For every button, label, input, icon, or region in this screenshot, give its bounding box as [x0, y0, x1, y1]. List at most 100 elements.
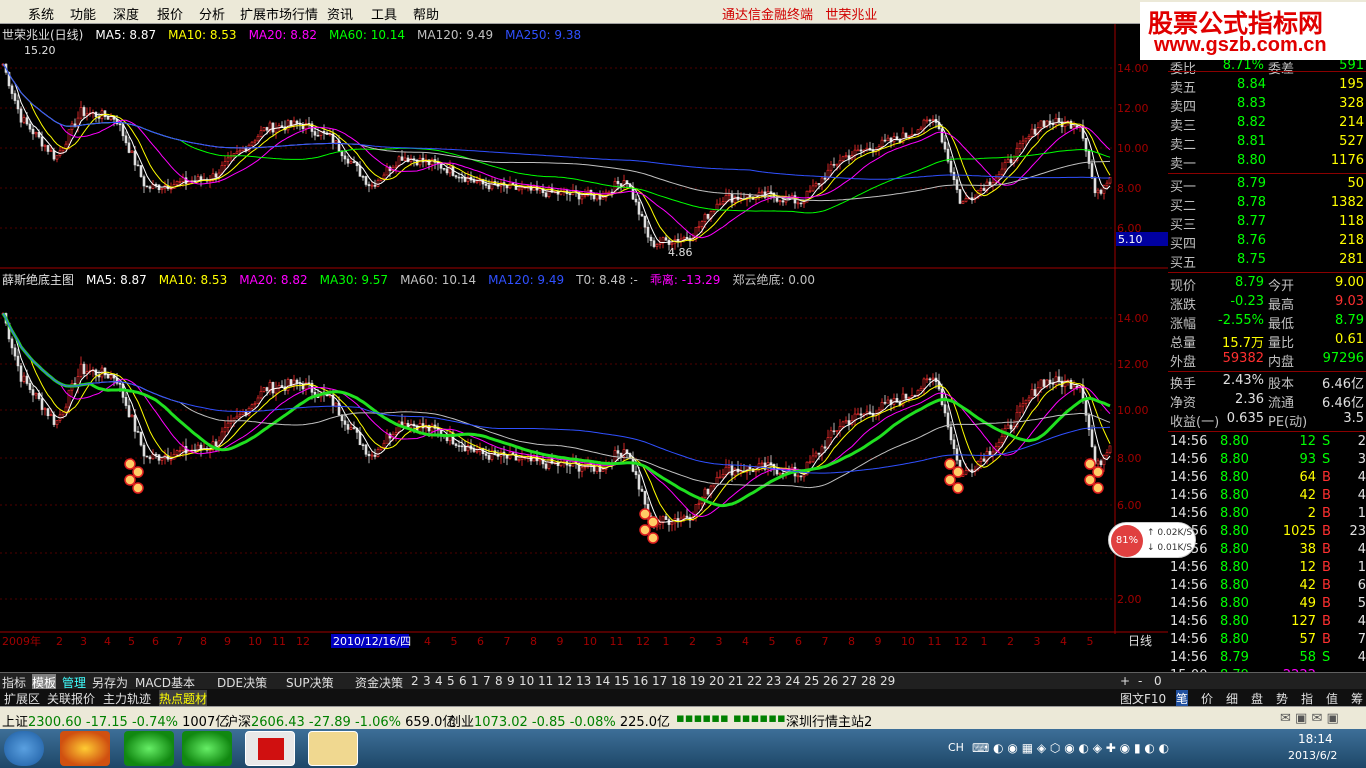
tab-item[interactable]: 15: [614, 674, 629, 688]
menu-system[interactable]: 系统: [28, 4, 54, 23]
scroll-controls[interactable]: +: [1120, 674, 1130, 688]
menu-depth[interactable]: 深度: [113, 4, 139, 23]
ask-row[interactable]: 卖二 8.81 527: [1170, 134, 1366, 153]
menu-quote[interactable]: 报价: [157, 4, 183, 23]
app-icon-1[interactable]: [60, 731, 110, 766]
panel-tab[interactable]: 指: [1301, 690, 1313, 707]
cy-index[interactable]: 创业1073.02 -0.85 -0.08% 225.0亿: [448, 711, 670, 730]
tab-item[interactable]: 24: [785, 674, 800, 688]
tab-item[interactable]: 1: [471, 674, 479, 688]
panel-tab[interactable]: 细: [1226, 690, 1238, 707]
tab-item[interactable]: 18: [671, 674, 686, 688]
tab-item[interactable]: 4: [435, 674, 443, 688]
tray-icons[interactable]: ⌨ ◐ ◉ ▦ ◈ ⬡ ◉ ◐ ◈ ✚ ◉ ▮ ◐ ◐: [972, 741, 1169, 755]
tab-item[interactable]: 12: [557, 674, 572, 688]
sh-index[interactable]: 上证2300.60 -17.15 -0.74% 1007亿: [2, 711, 228, 730]
candle-bottom-body: [346, 424, 350, 430]
time-tick: 11: [272, 635, 286, 648]
panel-tab[interactable]: 值: [1326, 690, 1338, 707]
scroll-controls[interactable]: -: [1138, 674, 1142, 688]
candle-top-body: [124, 135, 128, 144]
candle-bottom-body: [55, 420, 59, 425]
tab-item[interactable]: 13: [576, 674, 591, 688]
tab-item[interactable]: 16: [633, 674, 648, 688]
f10-tab[interactable]: 图文F10: [1120, 690, 1166, 707]
candle-bottom-body: [235, 415, 239, 419]
tab-item[interactable]: 23: [766, 674, 781, 688]
ext-tab[interactable]: 热点题材: [159, 690, 208, 707]
menu-extended-market[interactable]: 扩展市场行情: [240, 4, 318, 23]
candle-top-body: [886, 137, 890, 142]
tab-item[interactable]: 8: [495, 674, 503, 688]
app-icon-2[interactable]: [124, 731, 174, 766]
stat-row-label: 净资: [1170, 396, 1197, 411]
tab-item[interactable]: 10: [519, 674, 534, 688]
ask-row[interactable]: 卖一 8.80 1176: [1170, 153, 1366, 172]
tick-count: 4: [1357, 614, 1366, 629]
tick-side: B: [1322, 506, 1331, 521]
tab-item[interactable]: 21: [728, 674, 743, 688]
ask-row[interactable]: 卖三 8.82 214: [1170, 115, 1366, 134]
ask-row[interactable]: 卖五 8.84 195: [1170, 77, 1366, 96]
clock-time[interactable]: 18:14: [1298, 732, 1333, 746]
tdx-app-icon[interactable]: [245, 731, 295, 766]
scroll-controls[interactable]: 0: [1154, 674, 1162, 688]
menu-help[interactable]: 帮助: [413, 4, 439, 23]
kline-chart[interactable]: 14.0012.0010.008.006.005.1014.0012.0010.…: [0, 24, 1168, 672]
menu-analysis[interactable]: 分析: [199, 4, 225, 23]
tab-item[interactable]: 22: [747, 674, 762, 688]
bid-row[interactable]: 买五 8.75 281: [1170, 252, 1366, 271]
bid-row[interactable]: 买一 8.79 50: [1170, 176, 1366, 195]
server-name[interactable]: 深圳行情主站2: [786, 711, 872, 730]
speed-percent: 81%: [1111, 525, 1143, 557]
candle-top-body: [883, 139, 887, 142]
bid-row[interactable]: 买四 8.76 218: [1170, 233, 1366, 252]
tab-item[interactable]: 6: [459, 674, 467, 688]
ext-tab[interactable]: 关联报价: [47, 690, 95, 707]
menu-function[interactable]: 功能: [70, 4, 96, 23]
tab-item[interactable]: 3: [423, 674, 431, 688]
panel-tab[interactable]: 势: [1276, 690, 1288, 707]
language-indicator[interactable]: CH: [948, 741, 964, 754]
ask-row[interactable]: 卖四 8.83 328: [1170, 96, 1366, 115]
tab-item[interactable]: 19: [690, 674, 705, 688]
candle-bottom-body: [34, 392, 38, 396]
candle-bottom-body: [904, 393, 908, 399]
indicator-params: MA5: 8.87 MA10: 8.53 MA20: 8.82 MA30: 9.57 M…: [80, 273, 821, 287]
menu-tools[interactable]: 工具: [371, 4, 397, 23]
bid-row[interactable]: 买三 8.77 118: [1170, 214, 1366, 233]
menu-news[interactable]: 资讯: [327, 4, 353, 23]
tab-item[interactable]: 5: [447, 674, 455, 688]
tab-item[interactable]: 20: [709, 674, 724, 688]
tab-item[interactable]: 29: [880, 674, 895, 688]
tab-item[interactable]: 28: [861, 674, 876, 688]
app-icon-3[interactable]: [182, 731, 232, 766]
clock-date[interactable]: 2013/6/2: [1288, 749, 1337, 762]
candle-top-body: [1072, 125, 1076, 129]
panel-tab[interactable]: 筹: [1351, 690, 1363, 707]
tab-item[interactable]: 9: [507, 674, 515, 688]
tab-item[interactable]: 11: [538, 674, 553, 688]
tab-item[interactable]: 7: [483, 674, 491, 688]
period-label[interactable]: 日线: [1128, 634, 1152, 648]
ext-tab[interactable]: 扩展区: [4, 690, 40, 707]
folder-icon[interactable]: [308, 731, 358, 766]
speed-widget[interactable]: 81% ↑ 0.02K/S ↓ 0.01K/S: [1108, 522, 1196, 558]
candle-bottom-body: [697, 502, 701, 505]
tab-item[interactable]: 27: [842, 674, 857, 688]
candle-bottom-body: [718, 476, 722, 479]
tab-item[interactable]: 17: [652, 674, 667, 688]
panel-tab[interactable]: 盘: [1251, 690, 1263, 707]
bid-label: 买五: [1170, 256, 1197, 271]
tab-item[interactable]: 25: [804, 674, 819, 688]
start-button[interactable]: [4, 731, 44, 766]
panel-tab[interactable]: 笔: [1176, 690, 1189, 707]
tab-item[interactable]: 14: [595, 674, 610, 688]
bid-row[interactable]: 买二 8.78 1382: [1170, 195, 1366, 214]
hs-index[interactable]: 沪深2606.43 -27.89 -1.06% 659.0亿: [225, 711, 455, 730]
panel-tab[interactable]: 价: [1201, 690, 1213, 707]
candle-top-body: [583, 194, 587, 197]
tab-item[interactable]: 2: [411, 674, 419, 688]
ext-tab[interactable]: 主力轨迹: [103, 690, 151, 707]
tab-item[interactable]: 26: [823, 674, 838, 688]
